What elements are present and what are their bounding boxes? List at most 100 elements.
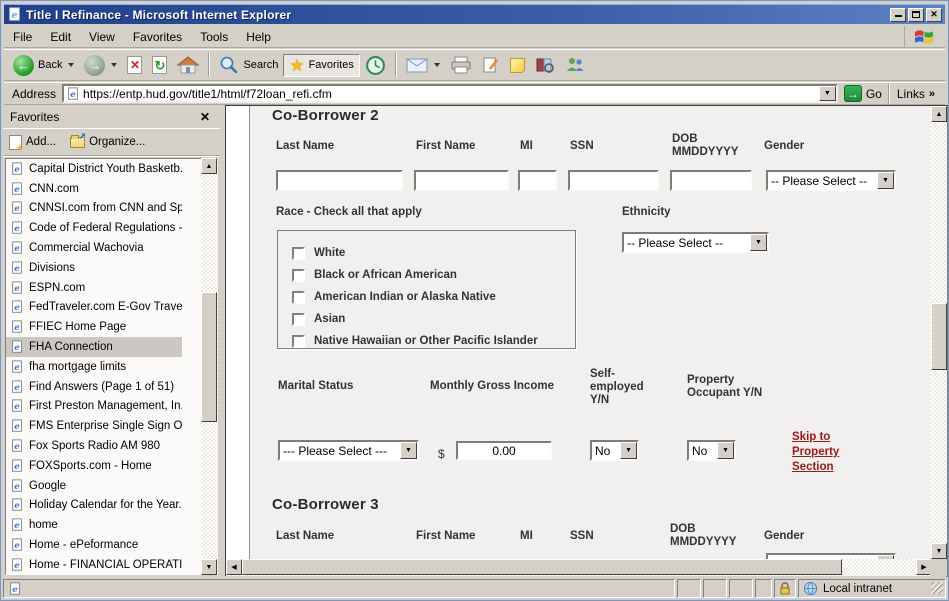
race-option-row: Black or African American — [292, 264, 575, 286]
favorite-item[interactable]: e Home - ePeformance — [6, 535, 182, 555]
menu-help[interactable]: Help — [237, 27, 280, 47]
ethnicity-select[interactable]: -- Please Select -- ▼ — [622, 232, 769, 253]
menu-view[interactable]: View — [80, 27, 124, 47]
windows-logo — [904, 26, 942, 47]
dropdown-arrow-icon[interactable]: ▼ — [620, 442, 637, 459]
svg-text:e: e — [14, 343, 20, 353]
dropdown-arrow-icon[interactable]: ▼ — [717, 442, 734, 459]
ssn-input[interactable] — [568, 170, 659, 191]
messenger-button[interactable] — [560, 54, 590, 76]
scroll-down-icon[interactable]: ▼ — [201, 559, 217, 575]
forward-dropdown-icon[interactable] — [111, 63, 117, 67]
favorites-panel: Favorites ✕ ★ Add... ↗ Organize... e Cap… — [3, 105, 220, 577]
dropdown-arrow-icon[interactable]: ▼ — [750, 234, 767, 251]
mail-dropdown-icon[interactable] — [434, 63, 440, 67]
address-bar: Address e https://entp.hud.gov/title1/ht… — [4, 82, 945, 105]
monthly-gross-income-input[interactable] — [456, 441, 552, 460]
address-dropdown-button[interactable]: ▼ — [819, 86, 836, 101]
search-button[interactable]: Search — [214, 53, 283, 77]
favorite-item[interactable]: e Capital District Youth Basketb... — [6, 159, 182, 179]
favorite-item-label: Capital District Youth Basketb... — [29, 163, 182, 175]
favorite-item[interactable]: e First Preston Management, In... — [6, 397, 182, 417]
marital-status-select[interactable]: --- Please Select --- ▼ — [278, 440, 419, 461]
page-vscrollbar-thumb[interactable] — [931, 303, 947, 370]
favorite-item[interactable]: e FMS Enterprise Single Sign On... — [6, 416, 182, 436]
favorite-item[interactable]: e Google — [6, 476, 182, 496]
race-checkbox[interactable] — [292, 269, 305, 282]
refresh-button[interactable]: ↻ — [147, 54, 172, 76]
favorite-item[interactable]: e CNN.com — [6, 179, 182, 199]
minimize-button[interactable] — [890, 8, 906, 22]
last-name-input[interactable] — [276, 170, 403, 191]
menu-tools[interactable]: Tools — [191, 27, 237, 47]
menu-edit[interactable]: Edit — [41, 27, 80, 47]
close-icon: ✕ — [930, 10, 938, 19]
history-button[interactable] — [360, 53, 391, 78]
go-button[interactable]: → Go — [844, 85, 882, 102]
favorite-item[interactable]: e home — [6, 515, 182, 535]
favorite-item[interactable]: e CNNSI.com from CNN and Sp... — [6, 199, 182, 219]
favorite-item[interactable]: e Code of Federal Regulations -... — [6, 218, 182, 238]
address-input[interactable]: e https://entp.hud.gov/title1/html/f72lo… — [62, 84, 838, 103]
favorite-item[interactable]: e Holiday Calendar for the Year... — [6, 496, 182, 516]
resize-grip[interactable] — [931, 582, 943, 594]
favorite-item[interactable]: e FedTraveler.com E-Gov Trave... — [6, 298, 182, 318]
scroll-up-icon[interactable]: ▲ — [931, 106, 947, 122]
favorites-scrollbar[interactable]: ▲ ▼ — [201, 158, 218, 575]
favorites-button[interactable]: ★ Favorites — [283, 54, 360, 77]
dropdown-arrow-icon[interactable]: ▼ — [877, 172, 894, 189]
favorite-item[interactable]: e Find Answers (Page 1 of 51) — [6, 377, 182, 397]
home-button[interactable] — [172, 53, 204, 77]
page-horizontal-scrollbar[interactable]: ◀ ▶ — [226, 559, 932, 576]
menu-favorites[interactable]: Favorites — [124, 27, 191, 47]
property-occupant-select[interactable]: No ▼ — [687, 440, 736, 461]
back-dropdown-icon[interactable] — [68, 63, 74, 67]
print-button[interactable] — [445, 54, 477, 76]
skip-to-property-link[interactable]: Skip to Property Section — [792, 430, 839, 475]
status-zone-pane: Local intranet — [798, 579, 946, 598]
scroll-up-icon[interactable]: ▲ — [201, 158, 217, 174]
self-employed-select[interactable]: No ▼ — [590, 440, 639, 461]
notes-button[interactable] — [505, 56, 530, 75]
favorite-item[interactable]: e FFIEC Home Page — [6, 317, 182, 337]
page-vertical-scrollbar[interactable]: ▲ ▼ — [930, 106, 947, 559]
mi-input[interactable] — [518, 170, 557, 191]
race-checkbox[interactable] — [292, 291, 305, 304]
page-hscrollbar-thumb[interactable] — [242, 559, 842, 575]
race-checkbox[interactable] — [292, 247, 305, 260]
back-button[interactable]: ← Back — [8, 53, 79, 78]
gender-select[interactable]: -- Please Select -- ▼ — [766, 170, 896, 191]
stop-button[interactable]: ✕ — [122, 54, 147, 76]
race-checkbox[interactable] — [292, 313, 305, 326]
first-name-input[interactable] — [414, 170, 509, 191]
maximize-button[interactable] — [908, 8, 924, 22]
close-button[interactable]: ✕ — [926, 8, 942, 22]
favorite-item-label: ESPN.com — [29, 282, 85, 294]
organize-favorites-button[interactable]: ↗ Organize... — [70, 136, 145, 148]
research-button[interactable] — [530, 54, 560, 76]
scroll-down-icon[interactable]: ▼ — [931, 543, 947, 559]
dropdown-arrow-icon[interactable]: ▼ — [400, 442, 417, 459]
favorites-scrollbar-thumb[interactable] — [201, 292, 217, 422]
race-checkbox[interactable] — [292, 335, 305, 348]
favorite-item[interactable]: e Divisions — [6, 258, 182, 278]
links-toolbar[interactable]: Links » — [888, 83, 941, 104]
favorite-item[interactable]: e FOXSports.com - Home — [6, 456, 182, 476]
favorite-item[interactable]: e Commercial Wachovia — [6, 238, 182, 258]
favorite-item[interactable]: e Home - FINANCIAL OPERATI... — [6, 555, 182, 575]
mail-button[interactable] — [401, 56, 445, 75]
race-option-row: American Indian or Alaska Native — [292, 286, 575, 308]
menu-file[interactable]: File — [4, 27, 41, 47]
dob-input[interactable] — [670, 170, 752, 191]
organize-favorites-label: Organize... — [89, 136, 145, 148]
favorite-item[interactable]: e fha mortgage limits — [6, 357, 182, 377]
favorite-item[interactable]: e FHA Connection — [6, 337, 182, 357]
favorite-item[interactable]: e Fox Sports Radio AM 980 — [6, 436, 182, 456]
favorite-item[interactable]: e ESPN.com — [6, 278, 182, 298]
add-favorite-button[interactable]: ★ Add... — [9, 135, 56, 150]
favorites-panel-close-icon[interactable]: ✕ — [197, 110, 213, 124]
ie-page-icon: e — [10, 182, 24, 196]
forward-button[interactable]: → — [79, 53, 122, 78]
edit-button[interactable] — [477, 54, 505, 76]
scroll-left-icon[interactable]: ◀ — [226, 559, 242, 575]
